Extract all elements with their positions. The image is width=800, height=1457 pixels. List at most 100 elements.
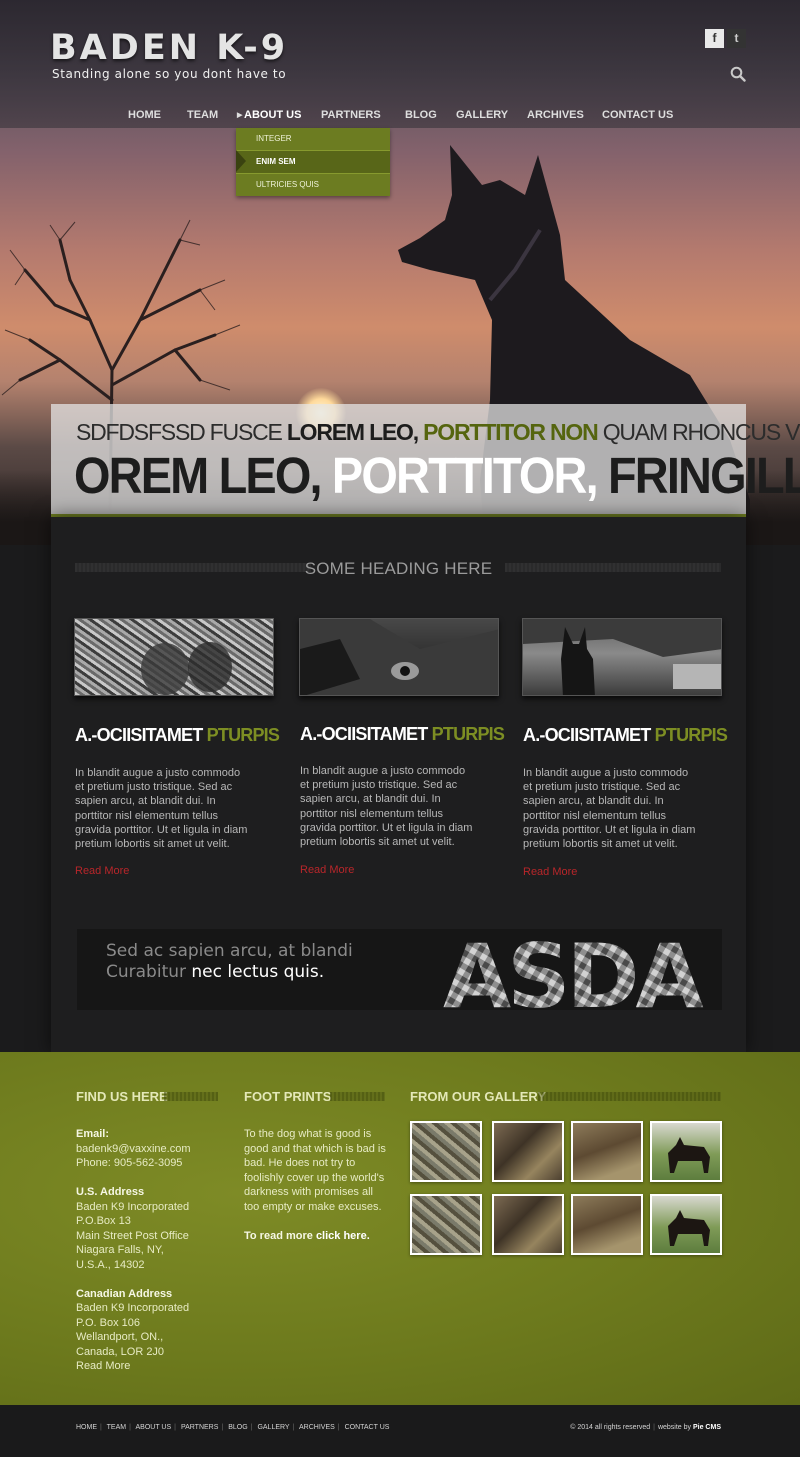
ad-brand-logo: ASDA bbox=[443, 929, 708, 1010]
footer-link-home[interactable]: HOME bbox=[76, 1424, 97, 1431]
foot-prints-heading: FOOT PRINTS bbox=[244, 1089, 332, 1104]
main-nav: HOME TEAM ▶ ABOUT US PARTNERS BLOG GALLE… bbox=[0, 103, 800, 128]
dropdown-item-integer[interactable]: INTEGER bbox=[236, 128, 390, 150]
footer-nav: HOME | TEAM | ABOUT US | PARTNERS | BLOG | GA… bbox=[76, 1424, 389, 1431]
footer-link-separator: | bbox=[292, 1424, 295, 1431]
nav-partners[interactable]: PARTNERS bbox=[321, 109, 381, 121]
column-1-image[interactable] bbox=[74, 618, 274, 696]
column-1-read-more-link[interactable]: Read More bbox=[75, 865, 129, 877]
column-1-title: A.-OCIISITAMET PTURPIS bbox=[75, 725, 280, 745]
svg-text:ASDA: ASDA bbox=[443, 929, 704, 1010]
banner-title: OREM LEO, PORTTITOR, FRINGILLA bbox=[74, 447, 800, 504]
canadian-address-line: Baden K9 Incorporated bbox=[76, 1302, 190, 1314]
nav-archives[interactable]: ARCHIVES bbox=[527, 109, 584, 121]
page: BADEN K-9 Standing alone so you dont hav… bbox=[0, 0, 800, 1457]
footer-link-partners[interactable]: PARTNERS bbox=[181, 1424, 218, 1431]
gallery-thumb[interactable] bbox=[410, 1194, 482, 1255]
ad-text: Sed ac sapien arcu, at blandi Curabitur … bbox=[106, 941, 353, 983]
hero-section: BADEN K-9 Standing alone so you dont hav… bbox=[0, 0, 800, 545]
us-address-line: Niagara Falls, NY, bbox=[76, 1244, 164, 1256]
about-us-dropdown: INTEGER ENIM SEM ULTRICIES QUIS bbox=[236, 128, 390, 196]
footer-link-separator: | bbox=[337, 1424, 340, 1431]
footer-section: FIND US HERE FOOT PRINTS FROM OUR GALLER… bbox=[0, 1052, 800, 1405]
column-2-image[interactable] bbox=[299, 618, 499, 696]
foot-prints-text: To the dog what is good is good and that… bbox=[244, 1127, 389, 1243]
nav-gallery[interactable]: GALLERY bbox=[456, 109, 508, 121]
gallery-thumb[interactable] bbox=[492, 1194, 564, 1255]
gallery-thumb[interactable] bbox=[650, 1194, 722, 1255]
dropdown-item-enim-sem[interactable]: ENIM SEM bbox=[236, 151, 390, 173]
find-us-heading: FIND US HERE bbox=[76, 1089, 168, 1104]
email-address[interactable]: badenk9@vaxxine.com bbox=[76, 1142, 226, 1157]
gallery-thumb[interactable] bbox=[650, 1121, 722, 1182]
email-label: Email: bbox=[76, 1128, 110, 1140]
column-1-image-art bbox=[141, 642, 232, 695]
column-3-image-art bbox=[523, 619, 721, 695]
ad-line-1: Sed ac sapien arcu, at blandi bbox=[106, 941, 353, 961]
nav-contact-us[interactable]: CONTACT US bbox=[602, 109, 673, 121]
gallery-thumb[interactable] bbox=[571, 1194, 643, 1255]
footer-link-team[interactable]: TEAM bbox=[107, 1424, 126, 1431]
phone-number: Phone: 905-562-3095 bbox=[76, 1157, 183, 1169]
find-us-read-more-link[interactable]: Read More bbox=[76, 1359, 226, 1374]
advertisement-banner[interactable]: Sed ac sapien arcu, at blandi Curabitur … bbox=[77, 929, 722, 1010]
column-3-title: A.-OCIISITAMET PTURPIS bbox=[523, 725, 728, 745]
canadian-address-line: P.O. Box 106 bbox=[76, 1316, 141, 1329]
us-address-label: U.S. Address bbox=[76, 1186, 145, 1198]
nav-team[interactable]: TEAM bbox=[187, 109, 218, 121]
us-address-line: U.S.A., 14302 bbox=[76, 1258, 145, 1271]
foot-prints-more: To read more click here. bbox=[244, 1229, 370, 1242]
canadian-address-line: Canada, LOR 2J0 bbox=[76, 1345, 165, 1358]
column-2-text: In blandit augue a justo commodo et pret… bbox=[300, 765, 473, 849]
footer-link-archives[interactable]: ARCHIVES bbox=[299, 1424, 335, 1431]
gallery-thumb[interactable] bbox=[492, 1121, 564, 1182]
gallery-thumb-art bbox=[668, 1137, 710, 1173]
nav-home[interactable]: HOME bbox=[128, 109, 161, 121]
gallery-thumb-art bbox=[668, 1210, 710, 1246]
heading-bar-right bbox=[505, 563, 721, 572]
us-address-line: Main Street Post Office bbox=[76, 1229, 189, 1242]
column-3-read-more-link[interactable]: Read More bbox=[523, 866, 577, 878]
column-3-text: In blandit augue a justo commodo et pret… bbox=[523, 767, 696, 851]
find-us-details: Email: badenk9@vaxxine.com Phone: 905-56… bbox=[76, 1127, 226, 1374]
foot-prints-heading-bar bbox=[330, 1092, 385, 1101]
column-1-text: In blandit augue a justo commodo et pret… bbox=[75, 767, 248, 851]
site-tagline: Standing alone so you dont have to bbox=[52, 67, 287, 81]
hero-banner: SDFDSFSSD FUSCE LOREM LEO, PORTTITOR NON… bbox=[51, 404, 800, 517]
footer-link-separator: | bbox=[174, 1424, 176, 1431]
footer-link-blog[interactable]: BLOG bbox=[228, 1424, 247, 1431]
gallery-thumb[interactable] bbox=[410, 1121, 482, 1182]
canadian-address-label: Canadian Address bbox=[76, 1287, 173, 1300]
search-icon[interactable] bbox=[730, 66, 746, 82]
us-address-line: Baden K9 Incorporated bbox=[76, 1200, 190, 1213]
nav-blog[interactable]: BLOG bbox=[405, 109, 437, 121]
footer-link-separator: | bbox=[250, 1424, 253, 1431]
find-us-heading-bar bbox=[164, 1092, 218, 1101]
facebook-icon[interactable]: f bbox=[705, 29, 724, 48]
footer-link-gallery[interactable]: GALLERY bbox=[257, 1424, 289, 1431]
dropdown-selected-arrow-icon bbox=[236, 150, 246, 172]
footer-link-separator: | bbox=[100, 1424, 102, 1431]
column-2-read-more-link[interactable]: Read More bbox=[300, 864, 354, 876]
twitter-icon[interactable]: t bbox=[727, 29, 746, 48]
bottom-bar: HOME | TEAM | ABOUT US | PARTNERS | BLOG | GA… bbox=[0, 1405, 800, 1457]
gallery-heading-bar bbox=[538, 1092, 721, 1101]
footer-link-separator: | bbox=[129, 1424, 131, 1431]
footer-link-contact-us[interactable]: CONTACT US bbox=[345, 1424, 390, 1431]
copyright: © 2014 all rights reserved | website by Pi… bbox=[570, 1424, 721, 1431]
site-logo[interactable]: BADEN K-9 bbox=[50, 30, 288, 66]
column-2-title: A.-OCIISITAMET PTURPIS bbox=[300, 724, 505, 744]
footer-link-about-us[interactable]: ABOUT US bbox=[136, 1424, 172, 1431]
foot-prints-paragraph: To the dog what is good is good and that… bbox=[244, 1128, 386, 1213]
gallery-thumb[interactable] bbox=[571, 1121, 643, 1182]
ad-line-2: Curabitur nec lectus quis. bbox=[106, 962, 325, 982]
nav-caret-icon: ▶ bbox=[237, 112, 243, 119]
dropdown-item-ultricies-quis[interactable]: ULTRICIES QUIS bbox=[236, 174, 390, 196]
click-here-link[interactable]: click here. bbox=[316, 1230, 370, 1242]
column-3-image[interactable] bbox=[522, 618, 722, 696]
banner-subtitle: SDFDSFSSD FUSCE LOREM LEO, PORTTITOR NON… bbox=[76, 419, 800, 445]
gallery-heading: FROM OUR GALLERY bbox=[410, 1089, 547, 1104]
main-content: SOME HEADING HERE A.-OCIISITAMET PTURPIS… bbox=[51, 517, 746, 1052]
nav-about-us[interactable]: ABOUT US bbox=[244, 109, 301, 121]
cms-credit-link[interactable]: Pie CMS bbox=[693, 1424, 721, 1431]
